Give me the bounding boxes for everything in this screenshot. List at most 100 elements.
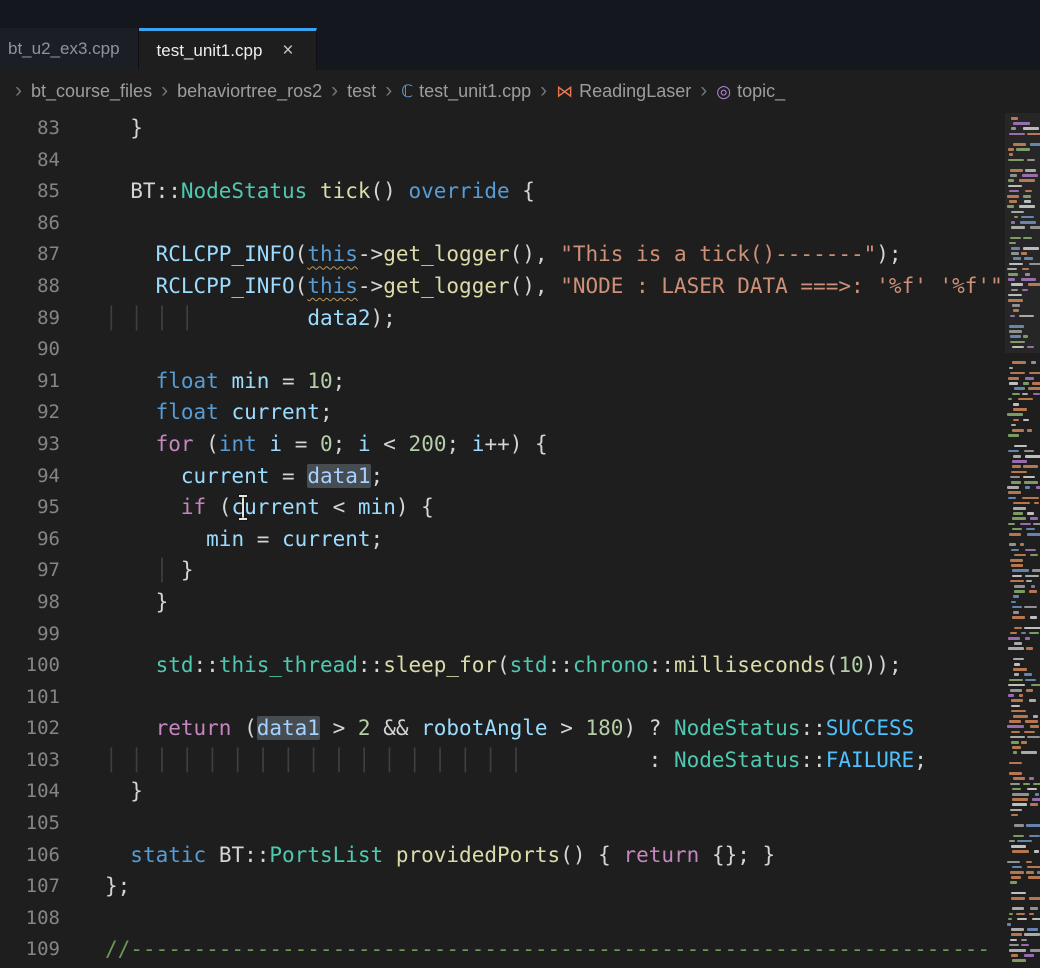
code-line[interactable]: 88 RCLCPP_INFO(this->get_logger(), "NODE… [0,271,1040,303]
line-number[interactable]: 103 [0,745,60,777]
line-number[interactable]: 83 [0,113,60,145]
code-line[interactable]: 95 if (current < min) { [0,492,1040,524]
code-line[interactable]: 105 [0,808,1040,840]
code-text[interactable] [60,208,105,240]
line-number[interactable]: 94 [0,461,60,493]
breadcrumb-item-bt_course_files[interactable]: bt_course_files [31,81,152,102]
code-text[interactable]: } [60,587,168,619]
code-text[interactable]: min = current; [60,524,383,556]
code-text[interactable]: }; [60,871,130,903]
code-text[interactable]: │ │ │ │ data2); [60,303,396,335]
line-number[interactable]: 85 [0,176,60,208]
line-number[interactable]: 97 [0,555,60,587]
code-text[interactable]: //--------------------------------------… [60,934,990,966]
line-number[interactable]: 104 [0,776,60,808]
breadcrumb-item-behaviortree_ros2[interactable]: behaviortree_ros2 [177,81,322,102]
code-text[interactable] [60,682,105,714]
code-line[interactable]: 104 } [0,776,1040,808]
code-line[interactable]: 99 [0,619,1040,651]
breadcrumb-item-test_unit1-cpp[interactable]: ℂtest_unit1.cpp [401,81,531,102]
minimap-mark [1024,731,1035,734]
line-number[interactable]: 109 [0,934,60,966]
line-number[interactable]: 96 [0,524,60,556]
code-text[interactable]: RCLCPP_INFO(this->get_logger(), "This is… [60,239,902,271]
code-line[interactable]: 94 current = data1; [0,461,1040,493]
code-text[interactable] [60,145,105,177]
code-text[interactable]: for (int i = 0; i < 200; i++) { [60,429,548,461]
line-number[interactable]: 89 [0,303,60,335]
code-text[interactable]: } [60,776,143,808]
line-number[interactable]: 98 [0,587,60,619]
code-text[interactable]: } [60,113,143,145]
code-text[interactable]: current = data1; [60,461,383,493]
code-line[interactable]: 86 [0,208,1040,240]
code-line[interactable]: 89│ │ │ │ data2); [0,303,1040,335]
code-editor[interactable]: 83 }8485 BT::NodeStatus tick() override … [0,113,1040,968]
code-line[interactable]: 108 [0,903,1040,935]
code-line[interactable]: 85 BT::NodeStatus tick() override { [0,176,1040,208]
line-number[interactable]: 106 [0,840,60,872]
code-text[interactable]: return (data1 > 2 && robotAngle > 180) ?… [60,713,914,745]
line-number[interactable]: 107 [0,871,60,903]
minimap-mark [1014,663,1020,666]
minimap-mark [1032,382,1040,385]
code-line[interactable]: 106 static BT::PortsList providedPorts()… [0,840,1040,872]
code-line[interactable]: 91 float min = 10; [0,366,1040,398]
tab-bt_u2_ex3[interactable]: bt_u2_ex3.cpp [0,28,139,70]
line-number[interactable]: 90 [0,334,60,366]
line-number[interactable]: 108 [0,903,60,935]
code-line[interactable]: 84 [0,145,1040,177]
code-text[interactable] [60,334,105,366]
tab-test_unit1[interactable]: test_unit1.cpp × [139,28,317,70]
breadcrumb-item-test[interactable]: test [347,81,376,102]
code-line[interactable]: 96 min = current; [0,524,1040,556]
code-text[interactable]: │ } [60,555,194,587]
code-text[interactable]: │ │ │ │ │ │ │ │ │ │ │ │ │ │ │ │ │ : Node… [60,745,927,777]
code-line[interactable]: 87 RCLCPP_INFO(this->get_logger(), "This… [0,239,1040,271]
code-line[interactable]: 103│ │ │ │ │ │ │ │ │ │ │ │ │ │ │ │ │ : N… [0,745,1040,777]
line-number[interactable]: 91 [0,366,60,398]
code-text[interactable]: BT::NodeStatus tick() override { [60,176,535,208]
line-number[interactable]: 100 [0,650,60,682]
minimap[interactable] [1005,113,1040,968]
line-number[interactable]: 102 [0,713,60,745]
line-number[interactable]: 87 [0,239,60,271]
code-text[interactable]: std::this_thread::sleep_for(std::chrono:… [60,650,902,682]
minimap-mark [1023,382,1030,385]
code-line[interactable]: 98 } [0,587,1040,619]
line-number[interactable]: 95 [0,492,60,524]
code-line[interactable]: 102 return (data1 > 2 && robotAngle > 18… [0,713,1040,745]
line-number[interactable]: 93 [0,429,60,461]
code-text[interactable]: float min = 10; [60,366,345,398]
code-line[interactable]: 90 [0,334,1040,366]
line-number[interactable]: 99 [0,619,60,651]
line-number[interactable]: 105 [0,808,60,840]
code-line[interactable]: 101 [0,682,1040,714]
line-number[interactable]: 101 [0,682,60,714]
code-text[interactable] [60,903,105,935]
breadcrumb-item-topic_[interactable]: ◎topic_ [716,81,785,102]
line-number[interactable]: 88 [0,271,60,303]
line-number[interactable]: 84 [0,145,60,177]
code-line[interactable]: 93 for (int i = 0; i < 200; i++) { [0,429,1040,461]
line-number[interactable]: 92 [0,397,60,429]
line-number[interactable]: 86 [0,208,60,240]
code-text[interactable]: float current; [60,397,333,429]
minimap-slider[interactable] [1005,113,1040,353]
code-line[interactable]: 92 float current; [0,397,1040,429]
code-token [194,306,308,330]
code-line[interactable]: 97 │ } [0,555,1040,587]
code-line[interactable]: 100 std::this_thread::sleep_for(std::chr… [0,650,1040,682]
code-token: = [244,527,282,551]
code-token: i [358,432,371,456]
breadcrumb-item-ReadingLaser[interactable]: ⋈ReadingLaser [556,81,691,102]
code-text[interactable]: RCLCPP_INFO(this->get_logger(), "NODE : … [60,271,1040,303]
code-line[interactable]: 83 } [0,113,1040,145]
code-text[interactable] [60,808,105,840]
close-icon[interactable]: × [278,39,297,62]
code-token: ) { [396,495,434,519]
code-line[interactable]: 109//-----------------------------------… [0,934,1040,966]
code-line[interactable]: 107}; [0,871,1040,903]
code-text[interactable] [60,619,105,651]
code-text[interactable]: static BT::PortsList providedPorts() { r… [60,840,775,872]
